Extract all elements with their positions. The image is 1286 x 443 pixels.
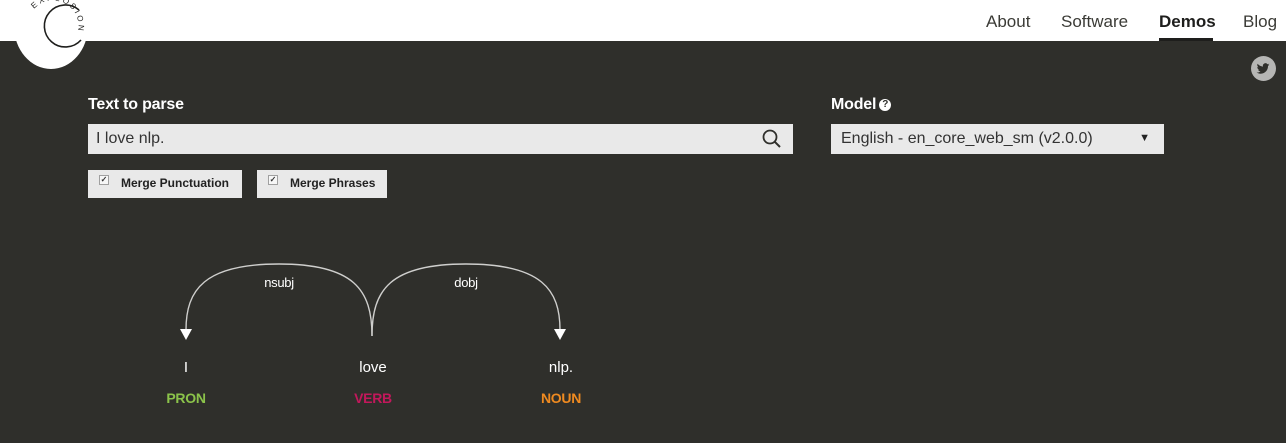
dependency-parse-visualization: nsubj dobj bbox=[180, 263, 566, 340]
arc-nsubj-arrow bbox=[180, 329, 192, 340]
pos-tag-noun: NOUN bbox=[540, 390, 582, 406]
token-word: nlp. bbox=[548, 359, 574, 376]
arc-label-dobj: dobj bbox=[454, 275, 478, 290]
token-word: I bbox=[183, 359, 189, 376]
pos-tag-verb: VERB bbox=[354, 390, 392, 406]
pos-tag-pron: PRON bbox=[166, 390, 206, 406]
token-word: love bbox=[359, 359, 387, 376]
arc-label-nsubj: nsubj bbox=[264, 275, 294, 290]
arc-dobj-arrow bbox=[554, 329, 566, 340]
